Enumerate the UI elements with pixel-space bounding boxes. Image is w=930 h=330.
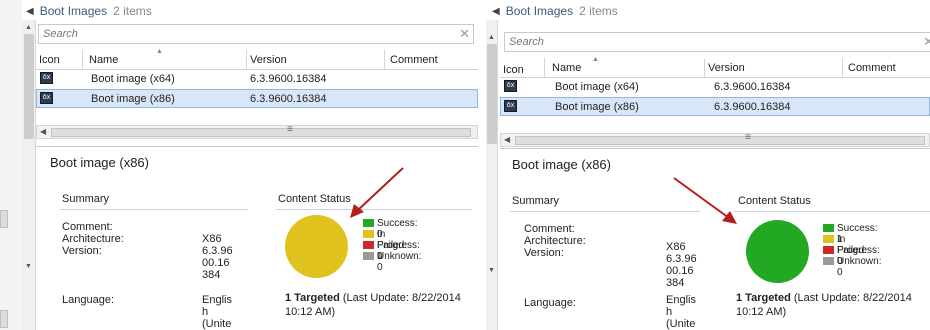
right-console-pane: ▲ ▼ ◀ Boot Images 2 items ✕ Icon ▲ Name …: [484, 0, 930, 330]
annotation-arrow: [350, 167, 404, 218]
annotation-arrow: [673, 177, 737, 224]
left-console-pane: ▲ ▼ ◀ Boot Images 2 items ✕ Icon ▲ Name …: [0, 0, 478, 330]
